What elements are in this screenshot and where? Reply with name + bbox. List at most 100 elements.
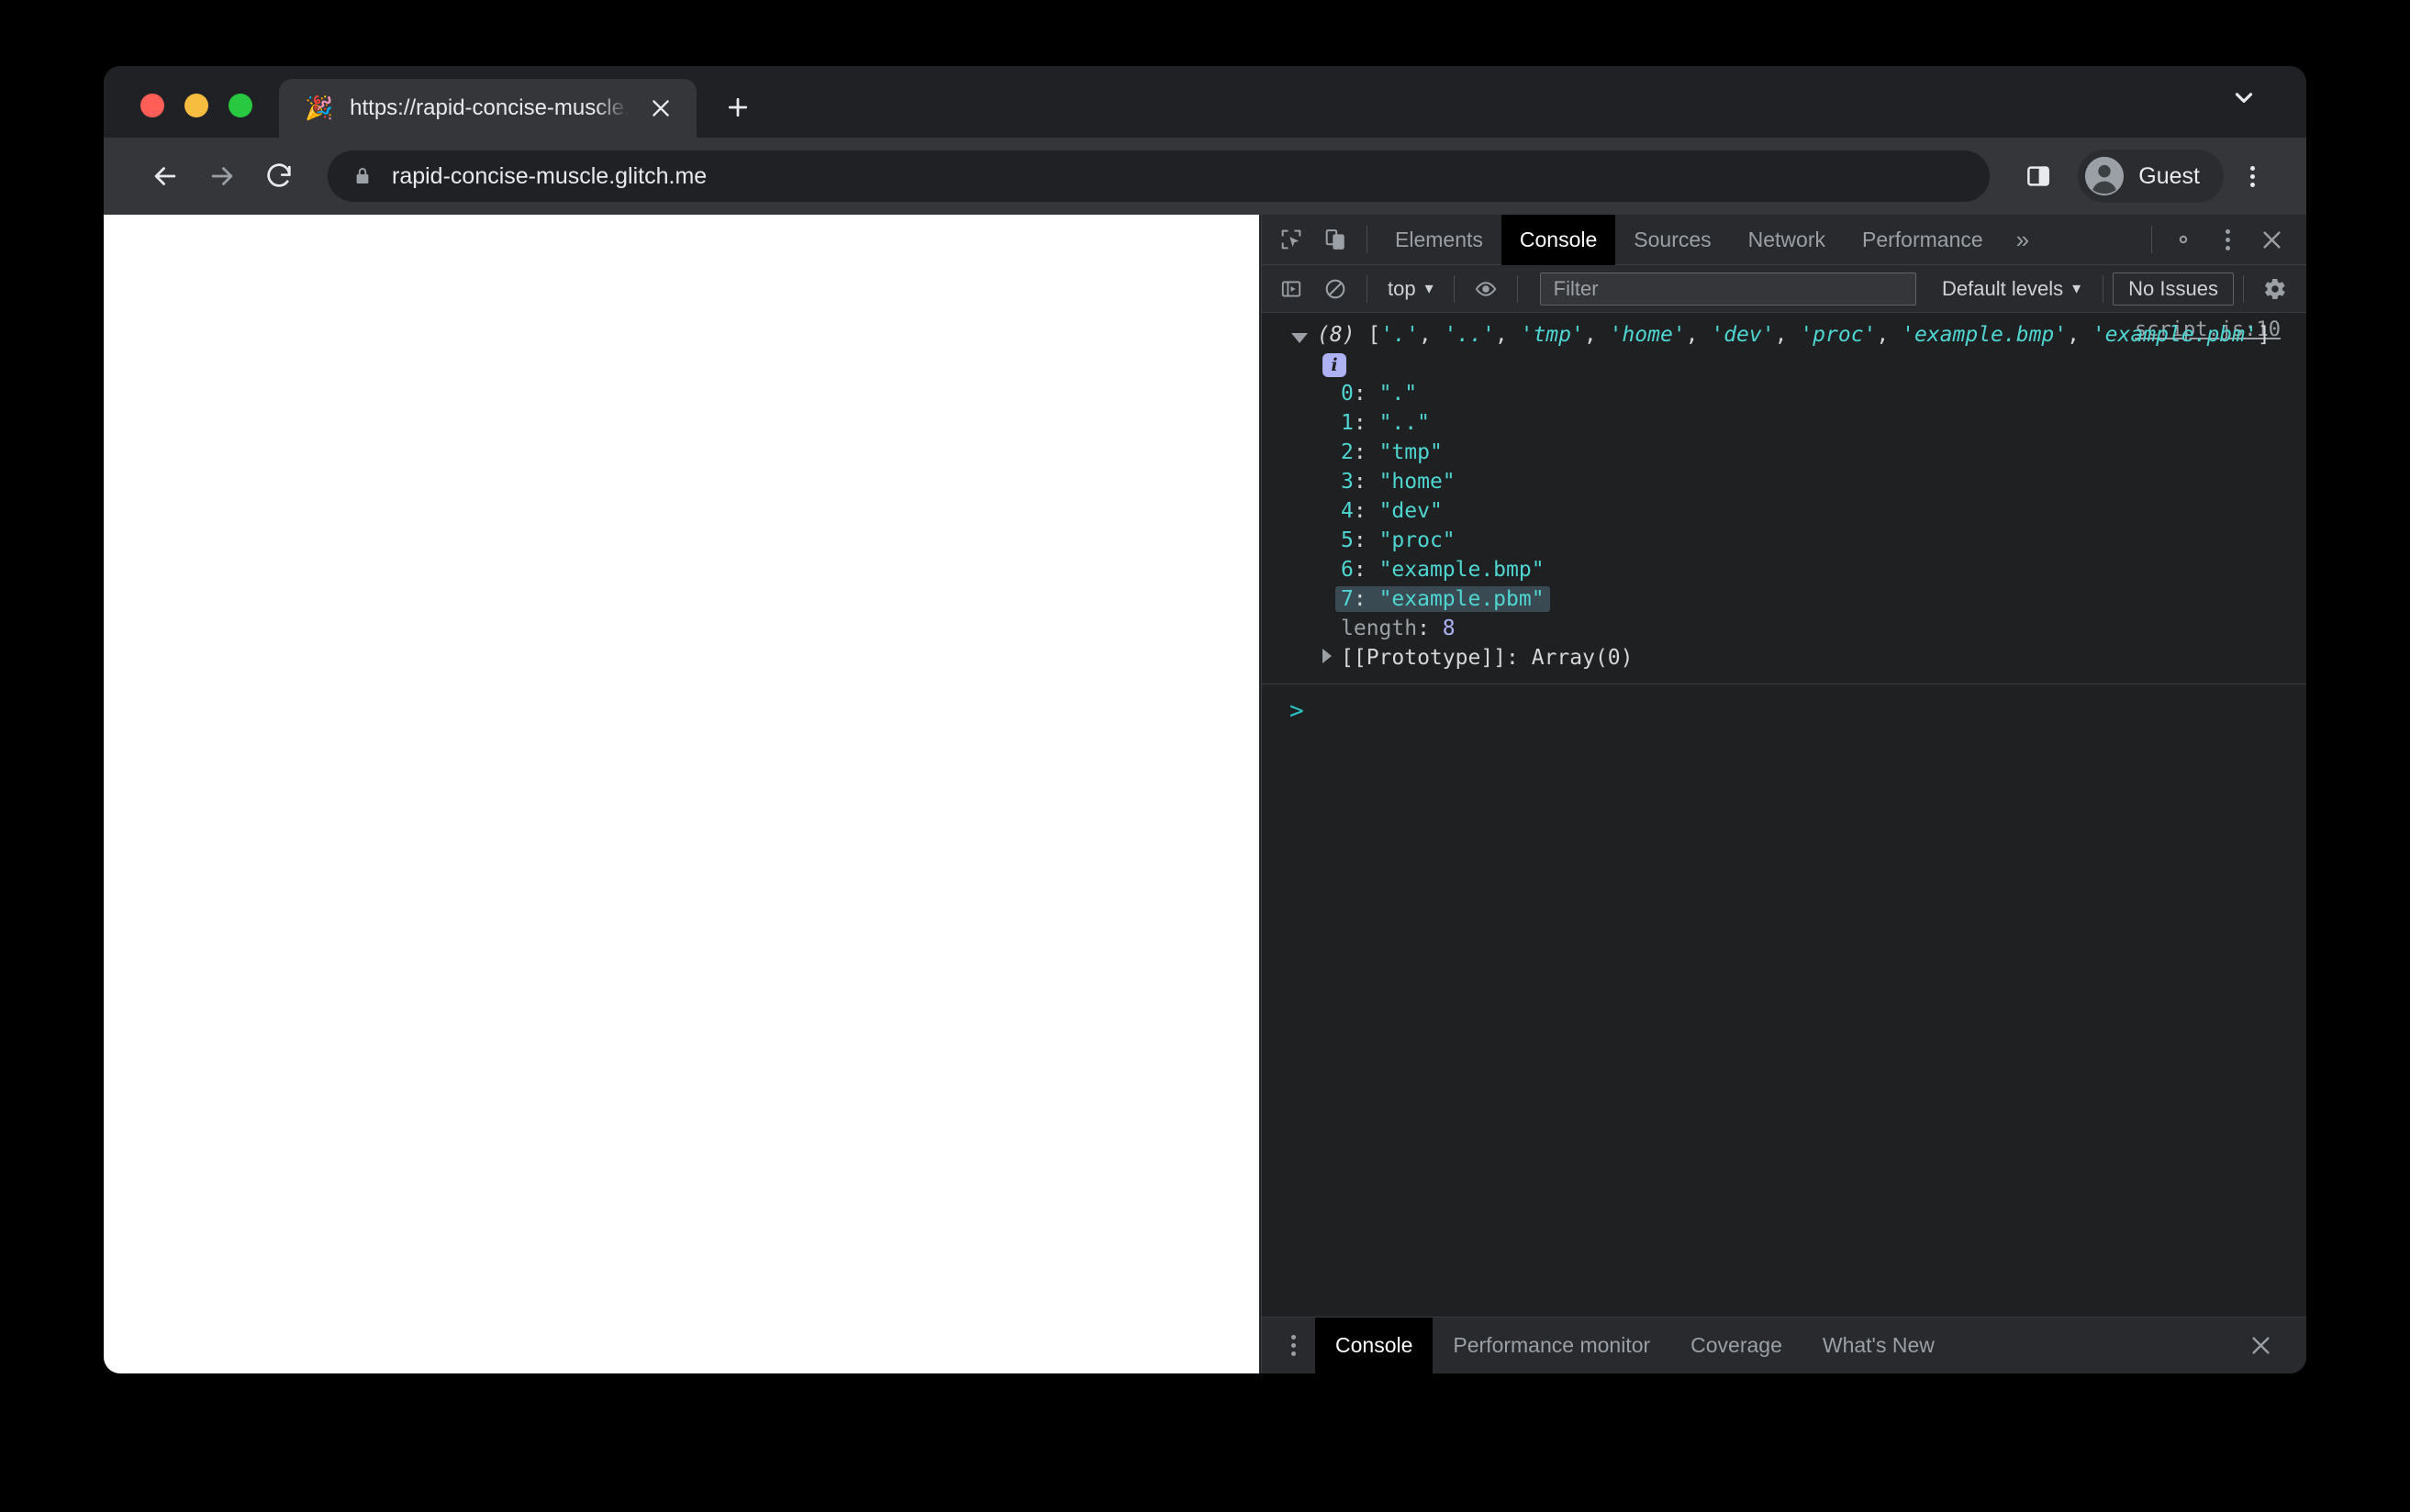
array-item: 'proc' <box>1800 323 1877 347</box>
tab-performance[interactable]: Performance <box>1844 215 2002 265</box>
prototype-row[interactable]: [[Prototype]]: Array(0) <box>1262 643 2306 673</box>
array-property-row[interactable]: 3: "home" <box>1262 467 2306 496</box>
browser-tab[interactable]: 🎉 https://rapid-concise-muscle.g <box>279 79 697 138</box>
side-panel-icon[interactable] <box>2010 148 2067 205</box>
colon: : <box>1353 499 1379 523</box>
log-levels-selector[interactable]: Default levels ▾ <box>1929 277 2093 301</box>
drawer-tab-coverage[interactable]: Coverage <box>1670 1317 1802 1374</box>
tab-elements[interactable]: Elements <box>1377 215 1501 265</box>
property-value: "tmp" <box>1378 440 1443 464</box>
property-key: 0 <box>1341 382 1354 406</box>
array-property-row[interactable]: 4: "dev" <box>1262 496 2306 526</box>
drawer-menu-button[interactable] <box>1271 1324 1315 1368</box>
property-key: 1 <box>1341 411 1354 435</box>
profile-label: Guest <box>2138 162 2200 189</box>
eye-icon[interactable] <box>1464 267 1508 311</box>
divider <box>1516 274 1518 303</box>
address-bar-url: rapid-concise-muscle.glitch.me <box>392 162 708 189</box>
array-property-row[interactable]: 0: "." <box>1262 379 2306 408</box>
console-array-header[interactable]: (8) ['.', '..', 'tmp', 'home', 'dev', 'p… <box>1262 318 2306 350</box>
drawer-tab-performance-monitor[interactable]: Performance monitor <box>1433 1317 1670 1374</box>
lock-icon <box>351 165 374 187</box>
bracket-open: [ <box>1367 323 1381 347</box>
issues-button[interactable]: No Issues <box>2113 272 2234 306</box>
javascript-context-selector[interactable]: top ▾ <box>1377 277 1445 301</box>
comma: , <box>1774 323 1801 347</box>
expand-triangle-icon[interactable] <box>1322 649 1332 663</box>
colon: : <box>1353 470 1379 494</box>
devtools-tab-bar-right <box>2142 217 2306 261</box>
profile-button[interactable]: Guest <box>2078 150 2224 203</box>
property-value: "example.bmp" <box>1378 558 1545 582</box>
tab-strip: 🎉 https://rapid-concise-muscle.g <box>104 66 2306 138</box>
context-label: top <box>1388 276 1416 300</box>
array-property-row-selected[interactable]: 7: "example.pbm" <box>1262 584 2306 614</box>
tab-strip-right <box>2224 77 2306 138</box>
devtools-overflow-menu-button[interactable] <box>2205 217 2249 261</box>
array-item: 'tmp' <box>1520 323 1584 347</box>
colon: : <box>1353 440 1379 464</box>
devtools-tab-bar: Elements Console Sources Network Perform… <box>1262 214 2306 265</box>
array-property-row[interactable]: 6: "example.bmp" <box>1262 555 2306 584</box>
property-key: 5 <box>1341 528 1354 552</box>
chevron-down-icon[interactable] <box>2224 77 2264 117</box>
tab-sources[interactable]: Sources <box>1615 215 1729 265</box>
gear-icon[interactable] <box>2161 217 2205 261</box>
close-devtools-button[interactable] <box>2249 217 2293 261</box>
new-tab-button[interactable] <box>711 81 764 134</box>
minimize-window-button[interactable] <box>184 94 208 117</box>
array-property-row[interactable]: 2: "tmp" <box>1262 438 2306 467</box>
colon: : <box>1353 587 1379 611</box>
clear-console-icon[interactable] <box>1313 267 1357 311</box>
close-window-button[interactable] <box>140 94 164 117</box>
tab-console[interactable]: Console <box>1501 214 1616 265</box>
page-viewport[interactable] <box>104 215 1259 1373</box>
array-property-row[interactable]: 1: ".." <box>1262 408 2306 438</box>
forward-button[interactable] <box>194 148 251 205</box>
array-preview: (8) ['.', '..', 'tmp', 'home', 'dev', 'p… <box>1293 320 2271 350</box>
drawer-tab-console[interactable]: Console <box>1315 1317 1434 1373</box>
party-popper-icon: 🎉 <box>305 94 334 121</box>
drawer-right <box>2238 1324 2306 1368</box>
info-icon: i <box>1322 353 1346 377</box>
array-item: 'dev' <box>1711 323 1775 347</box>
colon: : <box>1353 528 1379 552</box>
more-tabs-button[interactable]: » <box>2002 215 2044 265</box>
reload-button[interactable] <box>251 148 307 205</box>
array-item: 'example.pbm' <box>2092 323 2258 347</box>
address-bar[interactable]: rapid-concise-muscle.glitch.me <box>328 150 1991 202</box>
prompt-caret-icon: > <box>1289 697 1304 725</box>
close-tab-button[interactable] <box>645 93 676 124</box>
array-property-row[interactable]: 5: "proc" <box>1262 526 2306 555</box>
device-toolbar-icon[interactable] <box>1313 217 1357 261</box>
comma: , <box>1583 323 1610 347</box>
property-value: "dev" <box>1378 499 1443 523</box>
back-button[interactable] <box>137 148 194 205</box>
devtools-drawer: Console Performance monitor Coverage Wha… <box>1262 1317 2306 1373</box>
inspect-element-icon[interactable] <box>1269 217 1313 261</box>
console-output[interactable]: script.js:10 (8) ['.', '..', 'tmp', 'hom… <box>1262 313 2306 1317</box>
maximize-window-button[interactable] <box>229 94 252 117</box>
console-sidebar-icon[interactable] <box>1269 267 1313 311</box>
drawer-tab-whats-new[interactable]: What's New <box>1802 1317 1955 1374</box>
array-length-row[interactable]: length: 8 <box>1262 614 2306 643</box>
close-drawer-button[interactable] <box>2238 1324 2282 1368</box>
browser-menu-button[interactable] <box>2224 148 2281 205</box>
array-item: '..' <box>1444 323 1495 347</box>
comma: , <box>1418 323 1445 347</box>
gear-icon[interactable] <box>2253 267 2297 311</box>
console-message[interactable]: script.js:10 (8) ['.', '..', 'tmp', 'hom… <box>1262 313 2306 684</box>
console-prompt[interactable]: > <box>1262 684 2306 1317</box>
window-content: Elements Console Sources Network Perform… <box>104 214 2306 1373</box>
property-key: 7 <box>1341 587 1354 611</box>
colon: : <box>1353 411 1379 435</box>
array-count: (8) <box>1317 323 1356 347</box>
kebab-menu-icon <box>2249 165 2255 187</box>
devtools-panel: Elements Console Sources Network Perform… <box>1261 214 2306 1373</box>
colon: : <box>1506 646 1532 670</box>
avatar <box>2083 155 2125 197</box>
expand-triangle-icon[interactable] <box>1291 333 1308 343</box>
divider <box>2151 226 2152 253</box>
console-filter-input[interactable]: Filter <box>1539 272 1917 306</box>
tab-network[interactable]: Network <box>1730 215 1844 265</box>
